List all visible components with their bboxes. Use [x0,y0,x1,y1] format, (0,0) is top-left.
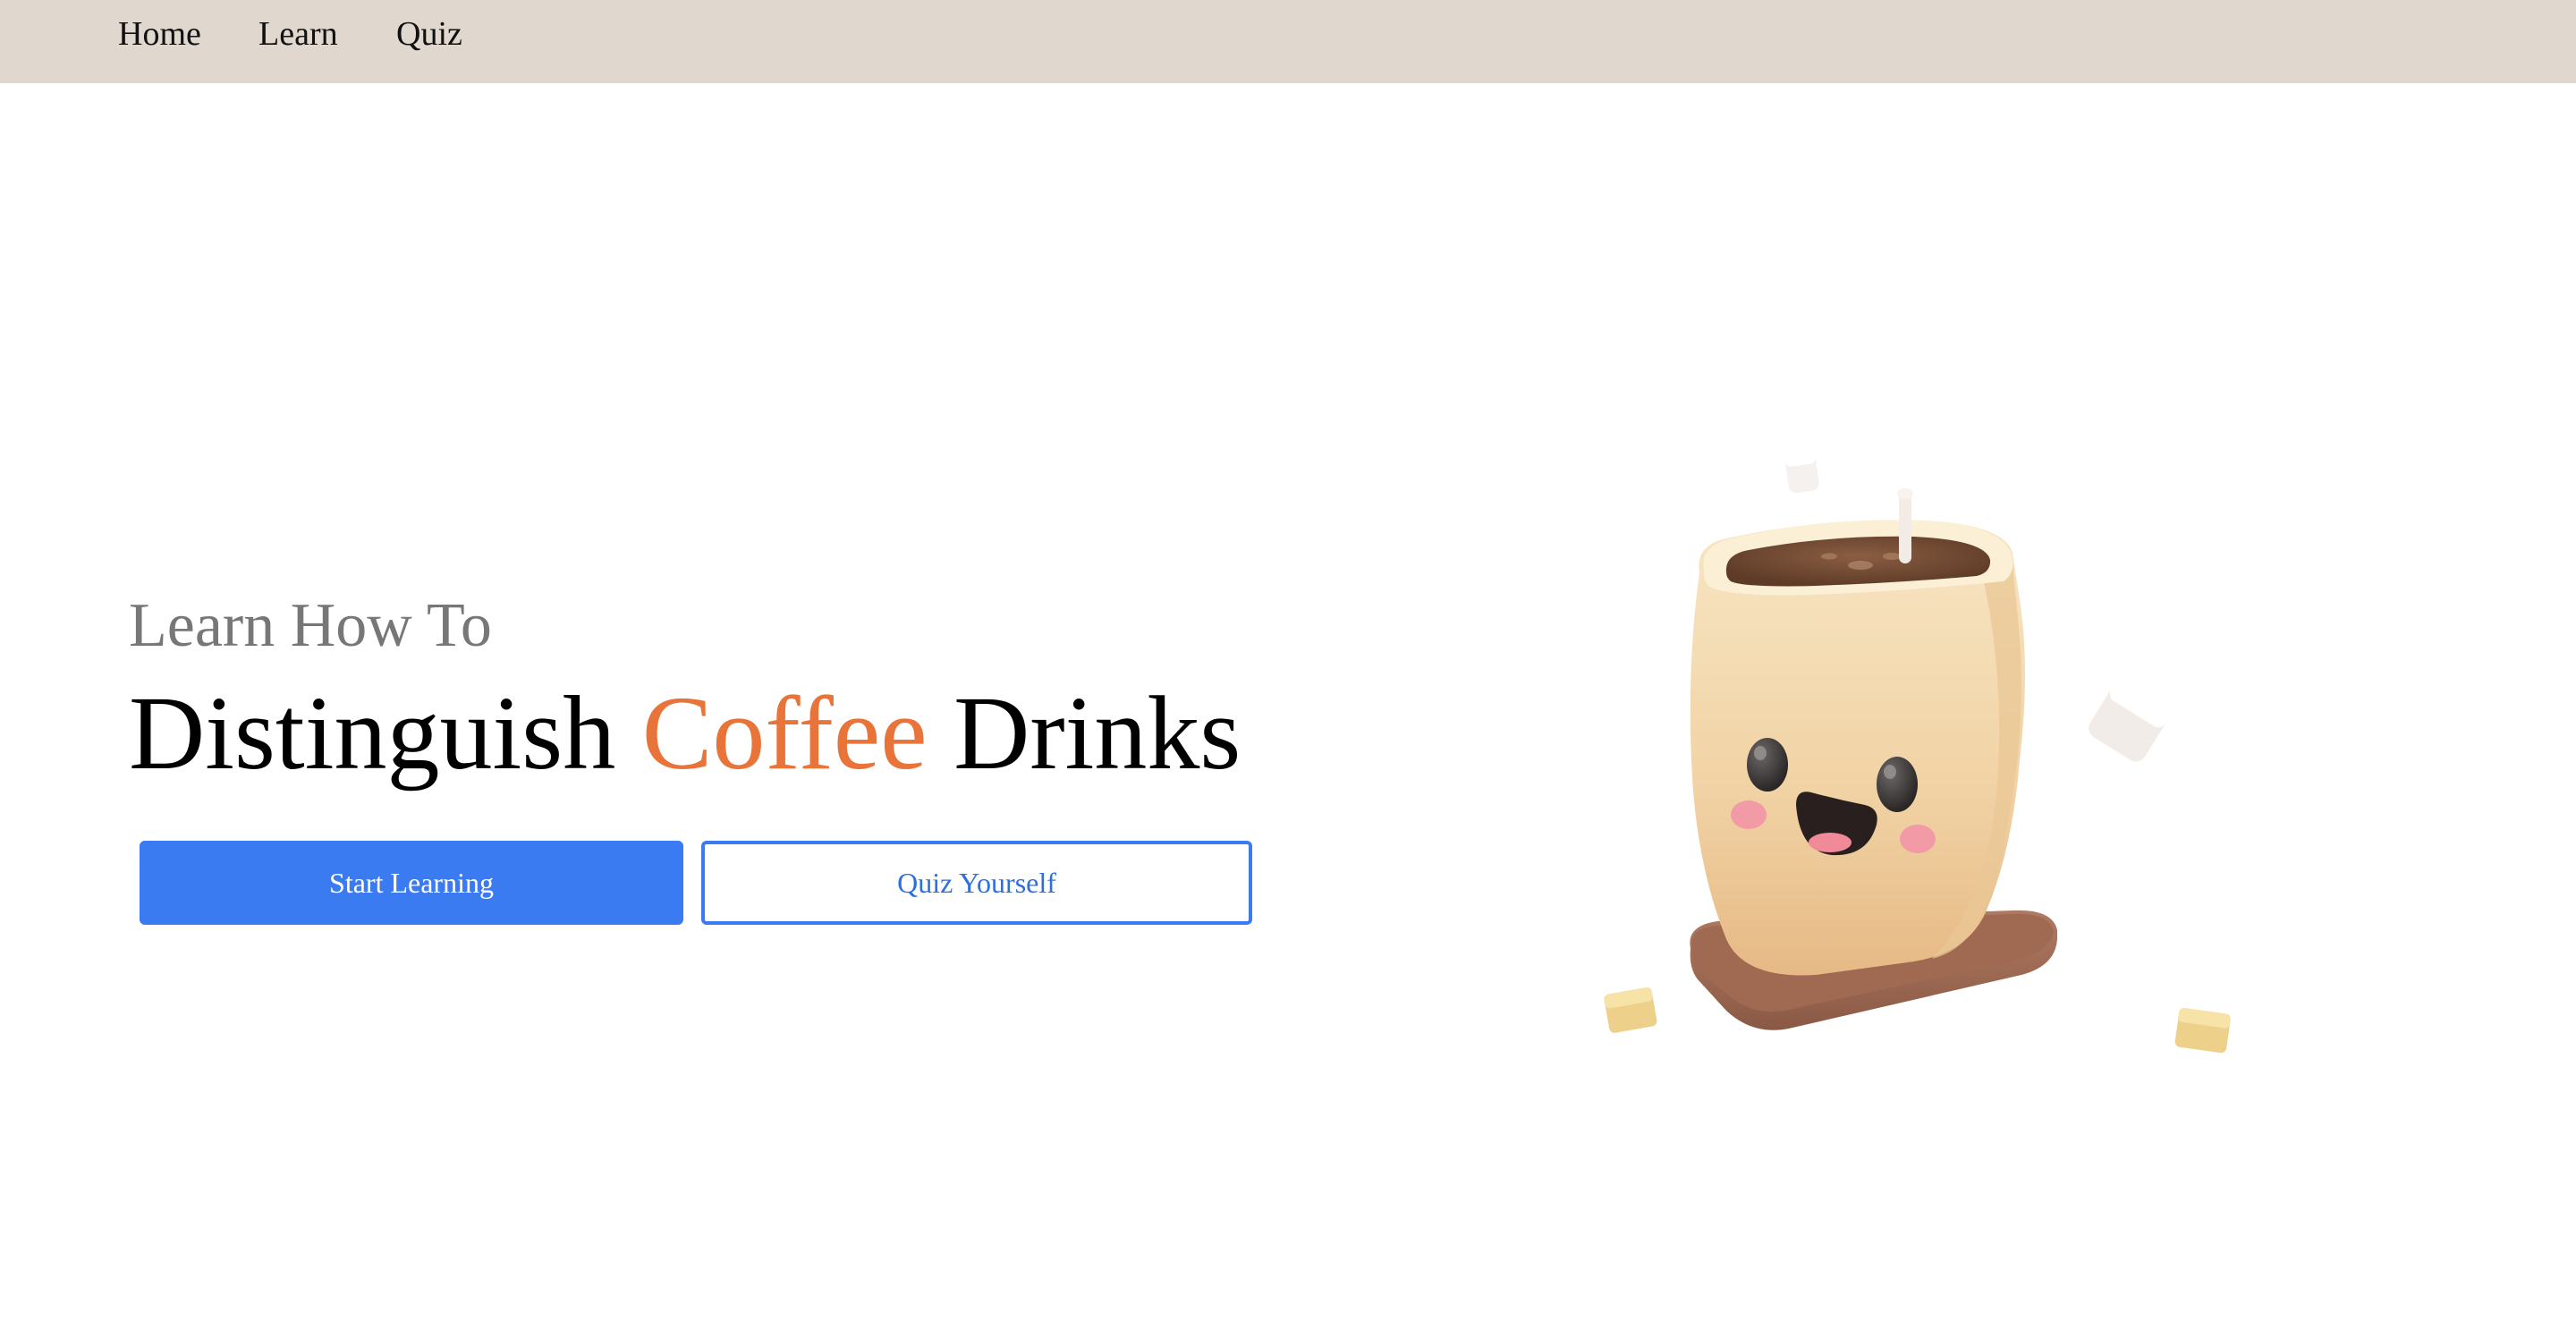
start-learning-button[interactable]: Start Learning [140,841,683,925]
top-nav: Home Learn Quiz [0,0,2576,83]
headline-accent: Coffee [641,674,928,792]
smiling-coffee-cup-icon [1604,453,2231,1054]
quiz-yourself-button[interactable]: Quiz Yourself [701,841,1252,925]
hero-subtitle: Learn How To [129,591,492,660]
headline-part-2: Drinks [927,674,1241,792]
nav-quiz-link[interactable]: Quiz [396,14,462,54]
hero-headline: Distinguish Coffee Drinks [129,673,1241,794]
headline-part-1: Distinguish [129,674,642,792]
page: Home Learn Quiz Learn How To Distinguish… [0,0,2576,1338]
nav-learn-link[interactable]: Learn [258,14,338,54]
nav-home-link[interactable]: Home [118,14,201,54]
